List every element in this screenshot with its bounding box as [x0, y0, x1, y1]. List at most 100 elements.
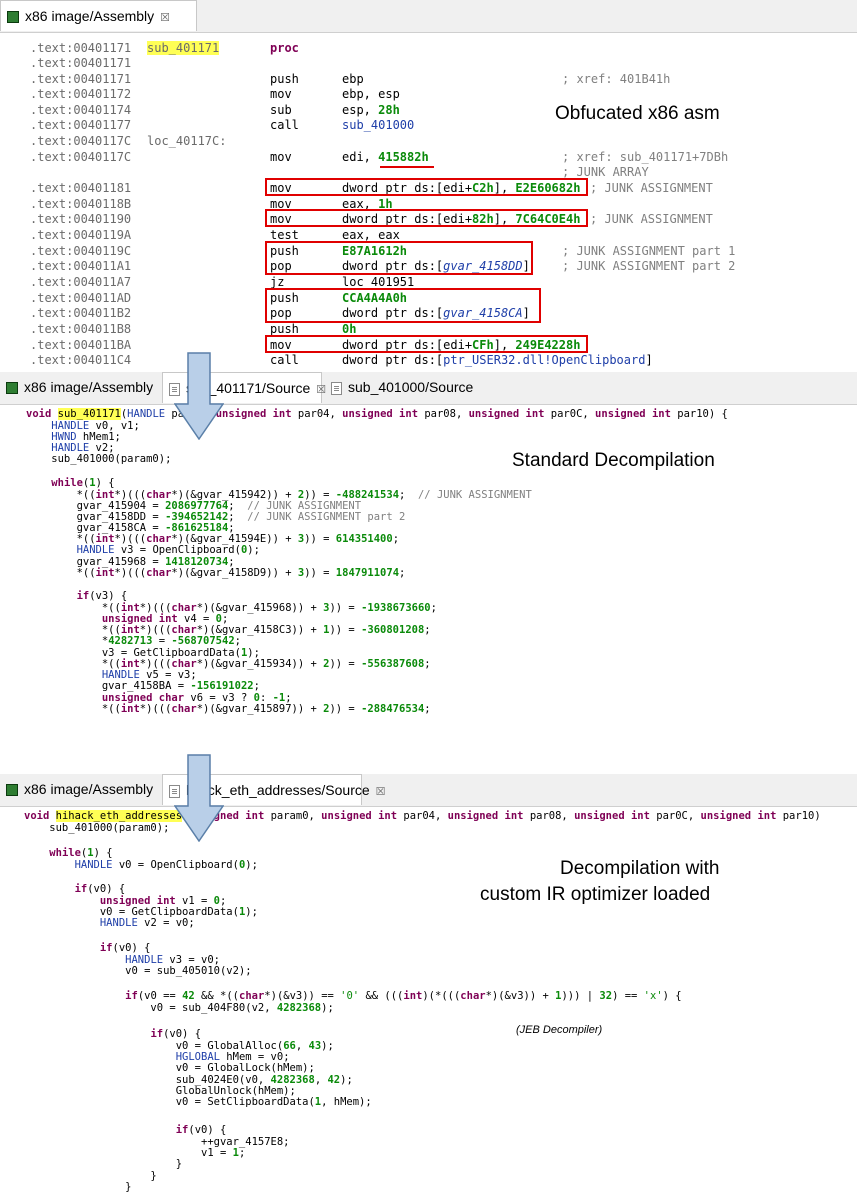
assembly-icon: [6, 382, 18, 395]
mnemonic: proc: [270, 41, 299, 55]
address: .text:0040119A: [30, 228, 132, 242]
comment: ; xref: sub_401171+7DBh: [562, 150, 729, 164]
label[interactable]: loc_40117C:: [147, 134, 226, 148]
address: .text:004011BA: [30, 338, 132, 352]
junk-box-4: [265, 288, 541, 323]
address: .text:00401181: [30, 181, 132, 195]
address: .text:004011AD: [30, 291, 132, 305]
operand[interactable]: 0h: [342, 322, 356, 336]
asm-line[interactable]: .text:00401171 push ebp ; xref: 401B41h: [0, 72, 857, 87]
asm-line[interactable]: .text:0040117C loc_40117C:: [0, 134, 857, 149]
source-line[interactable]: *4282713 = -568707542;: [26, 635, 241, 647]
source-line[interactable]: v0 = GlobalLock(hMem);: [24, 1062, 315, 1074]
asm-line[interactable]: .text:00401171 sub_401171 proc: [0, 41, 857, 56]
address: .text:00401172: [30, 87, 132, 101]
tab-bar: x86 image/Assembly ☒: [0, 0, 857, 33]
tab-bar: x86 image/Assembly sub_401171/Source ☒ su…: [0, 372, 857, 405]
source-line[interactable]: if(v3) {: [26, 590, 128, 602]
credit-jeb: (JEB Decompiler): [516, 1024, 603, 1036]
comment: ; JUNK ASSIGNMENT part 1: [562, 244, 736, 258]
underline-junk-array: [380, 166, 434, 168]
asm-line[interactable]: .text:00401172 mov ebp, esp: [0, 87, 857, 102]
source-line[interactable]: v0 = sub_405010(v2);: [24, 965, 251, 977]
annotation-custom-line1: Decompilation with: [560, 858, 720, 879]
source-line[interactable]: HANDLE v0 = OpenClipboard(0);: [24, 859, 258, 871]
mnemonic: mov: [270, 87, 292, 101]
mnemonic: mov: [270, 150, 292, 164]
comment: ; JUNK ARRAY: [562, 165, 649, 179]
address: .text:0040119C: [30, 244, 132, 258]
assembly-icon: [6, 784, 18, 797]
tab-label: x86 image/Assembly: [24, 781, 154, 797]
asm-line[interactable]: .text:0040117C mov edi, 415882h ; xref: sub…: [0, 150, 857, 165]
source-line[interactable]: HANDLE v3 = OpenClipboard(0);: [26, 544, 260, 556]
tab-label: x86 image/Assembly: [24, 379, 154, 395]
operand[interactable]: ebp: [342, 72, 364, 86]
junk-box-5: [265, 335, 588, 353]
asm-line[interactable]: .text:00401171: [0, 56, 857, 71]
label[interactable]: sub_401171: [147, 41, 220, 55]
source-line[interactable]: *((int*)(((char*)(&gvar_4158D9)) + 3)) =…: [26, 567, 406, 579]
address: .text:00401190: [30, 212, 132, 226]
source-line[interactable]: if(v0 == 42 && *((char*)(&v3)) == '0' &&…: [24, 990, 681, 1002]
comment: ; JUNK ASSIGNMENT part 2: [562, 259, 736, 273]
operand[interactable]: esp, 28h: [342, 103, 400, 117]
tab-assembly[interactable]: x86 image/Assembly ☒: [0, 0, 197, 31]
standard-decompilation-panel: x86 image/Assembly sub_401171/Source ☒ su…: [0, 372, 857, 770]
source-line[interactable]: while(1) {: [24, 847, 112, 859]
source-line[interactable]: if(v0) {: [24, 883, 126, 895]
source-line[interactable]: gvar_4158BA = -156191022;: [26, 680, 260, 692]
asm-line[interactable]: .text:00401177 call sub_401000: [0, 118, 857, 133]
comment: ; xref: 401B41h: [562, 72, 671, 86]
source-line[interactable]: if(v0) {: [24, 942, 151, 954]
junk-box-3: [265, 241, 533, 275]
asm-line[interactable]: .text:00401174 sub esp, 28h: [0, 103, 857, 118]
mnemonic: call: [270, 118, 299, 132]
decompiled-source-view[interactable]: void sub_401171(HANDLE par00, unsigned i…: [0, 404, 857, 770]
comment: ; JUNK ASSIGNMENT: [590, 181, 713, 195]
document-icon: [331, 381, 342, 395]
down-arrow-icon: [174, 754, 224, 842]
source-line[interactable]: void sub_401171(HANDLE par00, unsigned i…: [26, 408, 728, 420]
source-line[interactable]: sub_401000(param0);: [24, 822, 169, 834]
assembly-panel: x86 image/Assembly ☒ .text:00401171 sub_40…: [0, 0, 857, 370]
source-line[interactable]: }: [24, 1181, 131, 1193]
decompiled-source-view[interactable]: void hihack_eth_addresses(unsigned int p…: [0, 806, 857, 1200]
source-line[interactable]: while(1) {: [26, 477, 114, 489]
mnemonic: call: [270, 353, 299, 367]
address: .text:0040117C: [30, 150, 132, 164]
address: .text:004011B2: [30, 306, 132, 320]
optimized-decompilation-panel: x86 image/Assembly hijack_eth_addresses/…: [0, 774, 857, 1200]
tab-assembly[interactable]: x86 image/Assembly: [0, 774, 160, 805]
source-line[interactable]: sub_401000(param0);: [26, 453, 171, 465]
close-icon[interactable]: ☒: [160, 12, 170, 24]
operand[interactable]: ebp, esp: [342, 87, 400, 101]
address: .text:00401171: [30, 72, 132, 86]
operand[interactable]: eax, eax: [342, 228, 400, 242]
source-line[interactable]: if(v0) {: [24, 1124, 227, 1136]
source-line[interactable]: }: [24, 1158, 182, 1170]
operand[interactable]: loc 401951: [342, 275, 414, 289]
source-line[interactable]: v0 = sub_404F80(v2, 4282368);: [24, 1002, 333, 1014]
close-icon[interactable]: ☒: [376, 786, 386, 798]
source-line[interactable]: void hihack_eth_addresses(unsigned int p…: [24, 810, 821, 822]
operand[interactable]: sub_401000: [342, 118, 414, 132]
tab-sub-401000-source[interactable]: sub_401000/Source: [325, 372, 485, 403]
source-line[interactable]: HANDLE v2 = v0;: [24, 917, 195, 929]
operand[interactable]: edi, 415882h: [342, 150, 429, 164]
source-line[interactable]: *((int*)(((char*)(&gvar_415897)) + 2)) =…: [26, 703, 431, 715]
assembly-icon: [7, 11, 19, 24]
mnemonic: jz: [270, 275, 285, 289]
mnemonic: push: [270, 322, 299, 336]
tab-label: sub_401000/Source: [348, 379, 474, 395]
mnemonic: sub: [270, 103, 292, 117]
source-line[interactable]: if(v0) {: [24, 1028, 201, 1040]
tab-bar: x86 image/Assembly hijack_eth_addresses/…: [0, 774, 857, 807]
operand[interactable]: dword ptr ds:[ptr_USER32.dll!OpenClipboa…: [342, 353, 653, 367]
comment: ; JUNK ASSIGNMENT: [590, 212, 713, 226]
tab-assembly[interactable]: x86 image/Assembly: [0, 372, 160, 403]
address: .text:004011A1: [30, 259, 132, 273]
source-line[interactable]: v0 = SetClipboardData(1, hMem);: [24, 1096, 372, 1108]
address: .text:00401171: [30, 56, 132, 70]
asm-line[interactable]: .text:004011C4 call dword ptr ds:[ptr_USER…: [0, 353, 857, 368]
